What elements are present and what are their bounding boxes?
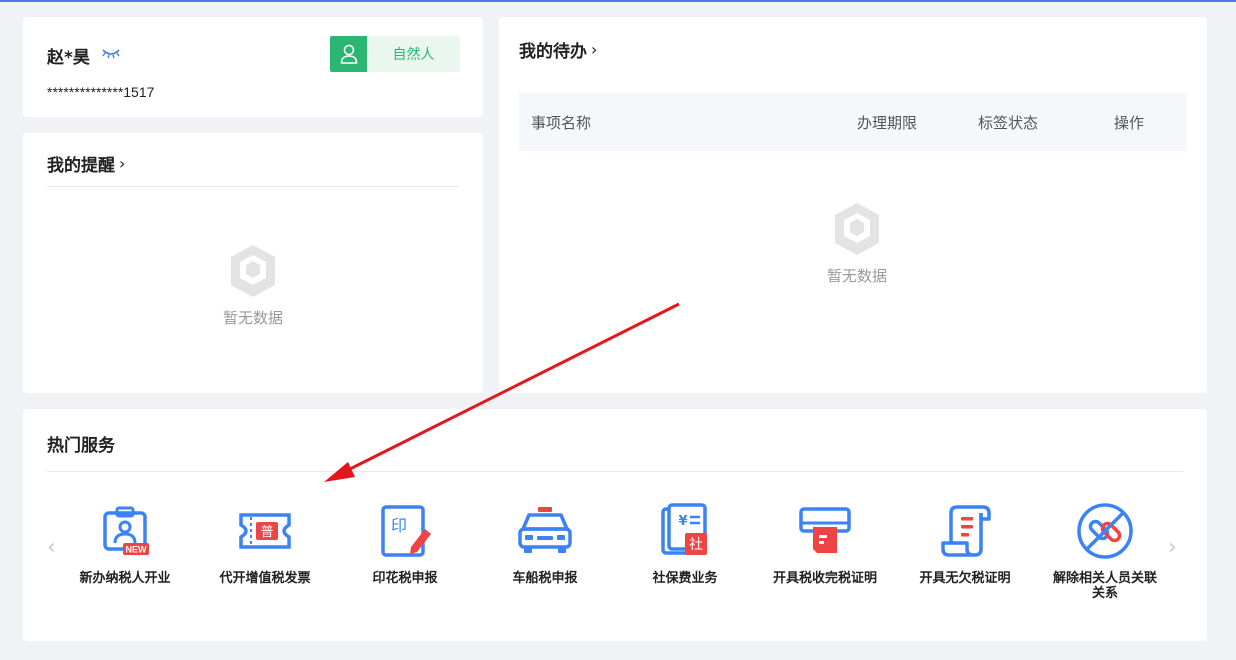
svg-text:普: 普 [260,525,273,540]
user-card: 赵*昊 **************1517 自然人 [23,17,483,117]
reminder-divider [47,186,459,187]
eye-closed-icon[interactable] [101,46,121,60]
reminder-card: 我的提醒 › 暂无数据 [23,133,483,393]
role-label: 自然人 [367,36,460,72]
svg-text:NEW: NEW [126,545,148,555]
carousel-prev-icon[interactable]: ‹ [47,535,56,560]
hot-services-card: 热门服务 ‹ › NEW 新办纳税人开业 普 代开增值税发票 印 印花税申报 车… [23,409,1207,641]
service-label: 开具税收完税证明 [772,571,877,586]
hot-title: 热门服务 [47,436,115,456]
todo-title: 我的待办 [519,42,587,62]
col-deadline: 办理期限 [857,114,918,132]
todo-empty-state: 暂无数据 [817,201,897,286]
service-no-arrears-certificate[interactable]: 开具无欠税证明 [905,501,1025,586]
service-label: 车船税申报 [512,571,578,586]
chevron-right-icon: › [591,40,598,59]
service-label: 解除相关人员关联关系 [1052,571,1157,601]
user-name: 赵*昊 [47,48,90,68]
col-tag-status: 标签状态 [978,114,1039,132]
todo-card: 我的待办 › 事项名称 办理期限 标签状态 操作 暂无数据 [499,17,1207,393]
stamp-tax-icon: 印 [381,505,431,557]
hot-divider [47,471,1183,472]
service-social-insurance[interactable]: ¥ 社 社保费业务 [625,501,745,586]
reminder-title-link[interactable]: 我的提醒 › [47,151,125,176]
service-label: 社保费业务 [652,571,718,586]
service-new-taxpayer[interactable]: NEW 新办纳税人开业 [65,501,185,586]
role-badge: 自然人 [330,36,460,72]
new-taxpayer-icon: NEW [103,506,149,555]
person-icon [330,36,367,72]
service-unlink-relation[interactable]: 解除相关人员关联关系 [1045,501,1165,601]
service-stamp-tax[interactable]: 印 印花税申报 [345,501,465,586]
chevron-right-icon: › [119,154,126,173]
service-tax-payment-certificate[interactable]: 开具税收完税证明 [765,501,885,586]
empty-box-icon [835,203,879,255]
reminder-empty-state: 暂无数据 [213,243,293,328]
service-label: 开具无欠税证明 [919,571,1011,586]
col-item-name: 事项名称 [531,114,592,132]
service-label: 代开增值税发票 [219,571,311,586]
tax-certificate-printer-icon [799,507,851,553]
empty-box-icon [231,245,275,297]
col-action: 操作 [1114,114,1145,132]
svg-text:¥: ¥ [678,514,687,529]
todo-table-header: 事项名称 办理期限 标签状态 操作 [519,93,1187,151]
service-vehicle-tax[interactable]: 车船税申报 [485,501,605,586]
carousel-next-icon[interactable]: › [1168,535,1177,560]
unlink-relation-icon [1077,503,1133,559]
user-id-number: **************1517 [47,84,155,100]
service-label: 新办纳税人开业 [79,571,171,586]
service-vat-invoice[interactable]: 普 代开增值税发票 [205,501,325,586]
todo-empty-text: 暂无数据 [826,267,887,285]
reminder-title: 我的提醒 [47,156,115,176]
vehicle-tax-icon [518,507,572,553]
social-insurance-icon: ¥ 社 [661,503,707,555]
service-label: 印花税申报 [372,571,438,586]
svg-text:社: 社 [689,537,703,553]
todo-title-link[interactable]: 我的待办 › [519,37,597,62]
reminder-empty-text: 暂无数据 [222,309,283,327]
top-accent-line [0,0,1236,2]
svg-text:印: 印 [391,516,407,535]
no-arrears-certificate-icon [941,505,991,557]
invoice-ticket-icon: 普 [239,513,291,549]
